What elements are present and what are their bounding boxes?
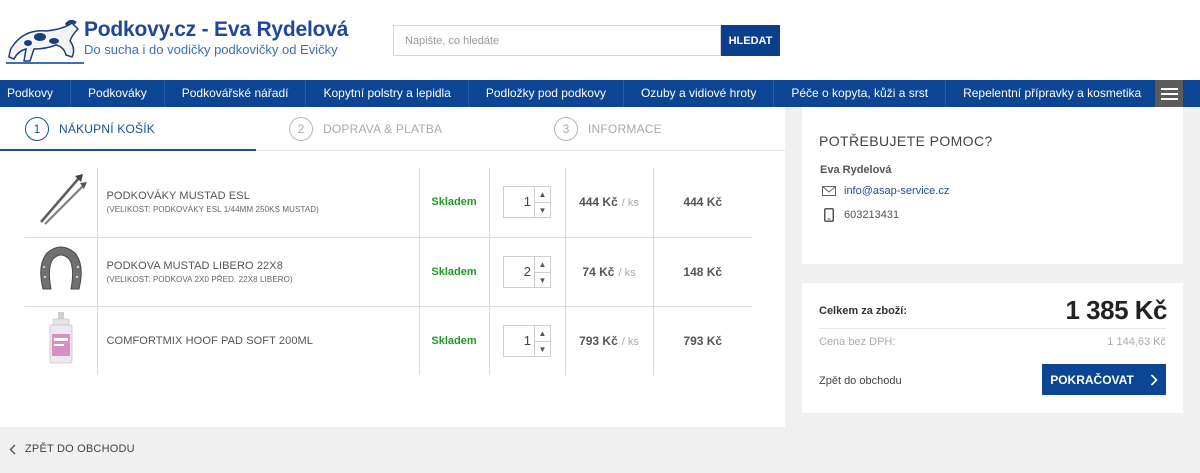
contact-name: Eva Rydelová — [820, 164, 892, 176]
price-unit: / ks — [621, 335, 639, 348]
help-box: POTŘEBUJETE POMOC? Eva Rydelová info@asa… — [802, 107, 1183, 264]
envelope-icon — [821, 186, 837, 196]
unit-price-cell: 444 Kč / ks — [565, 168, 654, 238]
product-image-cell — [25, 237, 98, 307]
horseshoe-image[interactable] — [33, 241, 89, 297]
table-row: PODKOVÁKY MUSTAD ESL (VELIKOST: PODKOVÁK… — [25, 168, 752, 238]
nav-item-podkovy[interactable]: Podkovy — [0, 80, 72, 107]
quantity-cell: 2 ▲ ▼ — [488, 237, 566, 307]
unit-price-cell: 74 Kč / ks — [565, 237, 654, 307]
phone-icon — [821, 208, 837, 222]
step-info[interactable]: 3 INFORMACE — [554, 117, 662, 141]
quantity-value[interactable]: 1 — [504, 187, 534, 217]
stock-status: Skladem — [431, 334, 477, 347]
site-header: Podkovy.cz - Eva Rydelová Do sucha i do … — [0, 0, 1200, 80]
cart-table: PODKOVÁKY MUSTAD ESL (VELIKOST: PODKOVÁK… — [25, 168, 752, 375]
table-row: PODKOVA MUSTAD LIBERO 22X8 (VELIKOST: PO… — [25, 237, 752, 307]
unit-price-cell: 793 Kč / ks — [565, 306, 654, 375]
unit-price: 793 Kč — [579, 333, 618, 348]
chevron-left-icon — [9, 444, 16, 454]
product-name[interactable]: COMFORTMIX HOOF PAD SOFT 200ML — [107, 335, 419, 347]
step-number: 2 — [289, 117, 313, 141]
quantity-stepper[interactable]: 2 ▲ ▼ — [503, 255, 551, 288]
contact-email-link[interactable]: info@asap-service.cz — [844, 185, 949, 197]
cartridge-image[interactable] — [33, 310, 89, 366]
line-total: 148 Kč — [653, 237, 752, 307]
line-total: 444 Kč — [653, 168, 752, 238]
chevron-up-icon[interactable]: ▲ — [535, 326, 550, 341]
chevron-up-icon[interactable]: ▲ — [535, 187, 550, 202]
nav-item-podlozky[interactable]: Podložky pod podkovy — [469, 80, 624, 107]
stock-status: Skladem — [419, 168, 489, 238]
cart-panel: 1 NÁKUPNÍ KOŠÍK 2 DOPRAVA & PLATBA 3 INF… — [0, 107, 785, 427]
chevron-right-icon — [1150, 373, 1158, 386]
quantity-cell: 1 ▲ ▼ — [488, 306, 566, 375]
horse-logo[interactable] — [6, 17, 84, 65]
back-to-shop-link[interactable]: Zpět do obchodu — [819, 375, 902, 387]
quantity-stepper[interactable]: 1 ▲ ▼ — [503, 324, 551, 357]
price-unit: / ks — [618, 266, 636, 279]
product-name-cell: PODKOVÁKY MUSTAD ESL (VELIKOST: PODKOVÁK… — [97, 168, 420, 238]
nav-item-repelentni[interactable]: Repelentní přípravky a kosmetika — [946, 80, 1158, 107]
total-label: Celkem za zboží: — [819, 305, 908, 317]
step-label: INFORMACE — [588, 122, 662, 136]
site-title[interactable]: Podkovy.cz - Eva Rydelová — [84, 18, 348, 42]
step-label: DOPRAVA & PLATBA — [323, 122, 443, 136]
horseshoe-nails-image[interactable] — [33, 172, 89, 228]
nav-item-naradi[interactable]: Podkovářské nářadí — [165, 80, 307, 107]
product-name-cell: COMFORTMIX HOOF PAD SOFT 200ML — [97, 306, 420, 375]
search-input[interactable] — [393, 25, 721, 56]
net-price: 1 144,63 Kč — [1107, 336, 1166, 348]
table-row: COMFORTMIX HOOF PAD SOFT 200ML Skladem 1… — [25, 306, 752, 375]
continue-button[interactable]: POKRAČOVAT — [1042, 364, 1166, 395]
product-image-cell — [25, 168, 98, 238]
contact-email-row: info@asap-service.cz — [821, 185, 949, 197]
unit-price: 444 Kč — [579, 195, 618, 210]
summary-divider — [819, 328, 1166, 329]
chevron-down-icon[interactable]: ▼ — [535, 271, 550, 288]
price-unit: / ks — [621, 197, 639, 210]
line-total: 793 Kč — [683, 333, 723, 348]
contact-phone-row: 603213431 — [821, 208, 899, 222]
order-summary: Celkem za zboží: 1 385 Kč Cena bez DPH: … — [802, 283, 1183, 413]
stock-status: Skladem — [419, 237, 489, 307]
quantity-stepper[interactable]: 1 ▲ ▼ — [503, 186, 551, 219]
active-step-indicator — [0, 149, 256, 151]
nav-item-ozuby[interactable]: Ozuby a vidiové hroty — [624, 80, 775, 107]
step-label: NÁKUPNÍ KOŠÍK — [59, 122, 155, 136]
search-button[interactable]: HLEDAT — [721, 25, 780, 56]
back-link-label: ZPĚT DO OBCHODU — [25, 443, 135, 455]
contact-phone[interactable]: 603213431 — [844, 209, 899, 221]
step-cart[interactable]: 1 NÁKUPNÍ KOŠÍK — [25, 117, 155, 141]
product-variant: (VELIKOST: PODKOVÁKY ESL 1/44MM 250KS MU… — [106, 205, 319, 215]
quantity-cell: 1 ▲ ▼ — [488, 168, 566, 238]
product-name[interactable]: PODKOVÁKY MUSTAD ESL — [107, 190, 419, 202]
site-tagline: Do sucha i do vodičky podkovičky od Evič… — [84, 42, 338, 57]
step-number: 1 — [25, 117, 49, 141]
back-to-shop-footer-link[interactable]: ZPĚT DO OBCHODU — [9, 443, 135, 455]
product-name-cell: PODKOVA MUSTAD LIBERO 22X8 (VELIKOST: PO… — [97, 237, 420, 307]
product-variant: (VELIKOST: PODKOVA 2X0 PŘED. 22X8 LIBERO… — [106, 274, 293, 284]
step-number: 3 — [554, 117, 578, 141]
hamburger-icon[interactable] — [1155, 80, 1183, 107]
step-shipping[interactable]: 2 DOPRAVA & PLATBA — [289, 117, 442, 141]
main-nav: Podkovy Podkováky Podkovářské nářadí Kop… — [0, 80, 1200, 107]
chevron-up-icon[interactable]: ▲ — [535, 257, 550, 272]
quantity-value[interactable]: 2 — [504, 257, 534, 287]
checkout-steps: 1 NÁKUPNÍ KOŠÍK 2 DOPRAVA & PLATBA 3 INF… — [0, 107, 785, 151]
net-price-label: Cena bez DPH: — [819, 336, 896, 348]
nav-item-polstry[interactable]: Kopytní polstry a lepidla — [306, 80, 469, 107]
nav-item-podkovaky[interactable]: Podkováky — [71, 80, 165, 107]
product-name[interactable]: PODKOVA MUSTAD LIBERO 22X8 — [107, 260, 419, 272]
nav-item-pece[interactable]: Péče o kopyta, kůži a srst — [774, 80, 947, 107]
chevron-down-icon[interactable]: ▼ — [535, 340, 550, 357]
total-price: 1 385 Kč — [1065, 295, 1167, 325]
unit-price: 74 Kč — [582, 264, 615, 279]
quantity-value[interactable]: 1 — [504, 326, 534, 356]
chevron-down-icon[interactable]: ▼ — [535, 202, 550, 218]
product-image-cell — [25, 306, 98, 375]
help-title: POTŘEBUJETE POMOC? — [819, 133, 993, 149]
continue-label: POKRAČOVAT — [1050, 372, 1134, 387]
